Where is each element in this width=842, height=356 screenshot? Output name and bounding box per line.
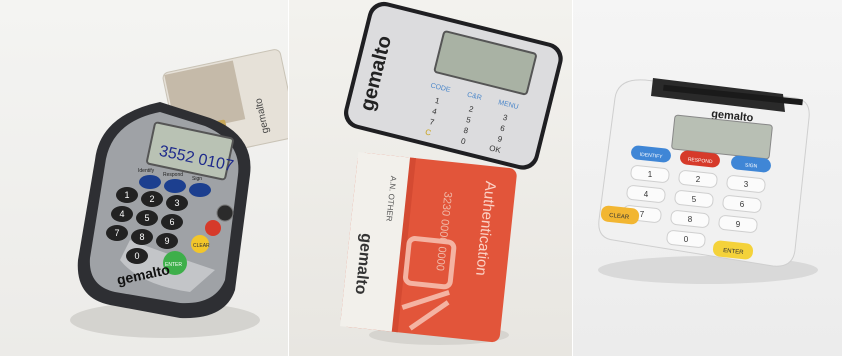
key-9-label: 9	[164, 236, 169, 246]
product-photo-strip: gemalto 3552 0107 Identify Respond Sign	[0, 0, 842, 356]
power-button[interactable]	[216, 204, 234, 222]
respond-key[interactable]	[164, 179, 186, 193]
card-reader-device-1: 3552 0107 Identify Respond Sign 1 2 3 4 …	[77, 102, 251, 319]
key-3-label: 3	[744, 180, 749, 189]
key-5-label: 5	[144, 213, 149, 223]
key-7-label: 7	[114, 228, 119, 238]
photo-panel-1: gemalto 3552 0107 Identify Respond Sign	[0, 0, 288, 356]
key-4-label: 4	[644, 190, 649, 199]
sign-label: Sign	[192, 176, 202, 182]
photo-panel-3: gemalto IDENTIFY RESPOND SIGN 1 2 3 4 5 …	[573, 0, 842, 356]
sign-key[interactable]	[189, 183, 211, 197]
identify-label: Identify	[138, 168, 155, 174]
key-8-label: 8	[139, 232, 144, 242]
respond-label: Respond	[163, 172, 183, 178]
key-2-label: 2	[149, 194, 154, 204]
photo-panel-2: Authentication gemalto 3230 0000 0000 A.…	[289, 0, 572, 356]
key-9-label: 9	[736, 220, 741, 229]
card-reader-device-2: gemalto CODE C&R MENU 1 2 3 4 5 6 7 8 9 …	[344, 1, 563, 170]
key-0-label: 0	[134, 251, 139, 261]
key-6-label: 6	[740, 200, 745, 209]
key-1-label: 1	[124, 190, 129, 200]
key-0-label: 0	[684, 235, 689, 244]
identify-key[interactable]	[139, 175, 161, 189]
key-8-label: 8	[688, 215, 693, 224]
key-7-label: 7	[640, 210, 645, 219]
red-cancel-button[interactable]	[205, 220, 221, 236]
key-6-label: 6	[169, 217, 174, 227]
key-4-label: 4	[119, 209, 124, 219]
clear-button-label: CLEAR	[193, 243, 210, 249]
key-2-label: 2	[696, 175, 701, 184]
key-1-label: 1	[648, 170, 653, 179]
card-reader-device-3: gemalto IDENTIFY RESPOND SIGN 1 2 3 4 5 …	[598, 78, 810, 267]
authentication-card: Authentication gemalto 3230 0000 0000 A.…	[340, 152, 517, 343]
key-3-label: 3	[174, 198, 179, 208]
key-5-label: 5	[692, 195, 697, 204]
